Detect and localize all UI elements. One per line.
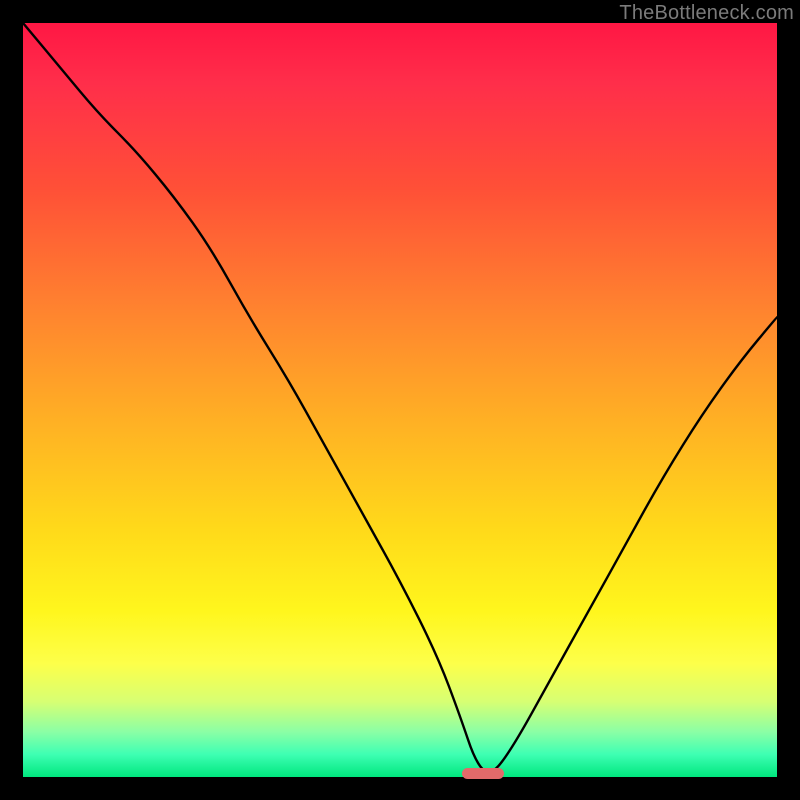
optimal-marker [462,768,503,779]
plot-area [23,23,777,777]
bottleneck-curve [23,23,777,777]
watermark-text: TheBottleneck.com [619,2,794,25]
chart-frame: TheBottleneck.com [0,0,800,800]
